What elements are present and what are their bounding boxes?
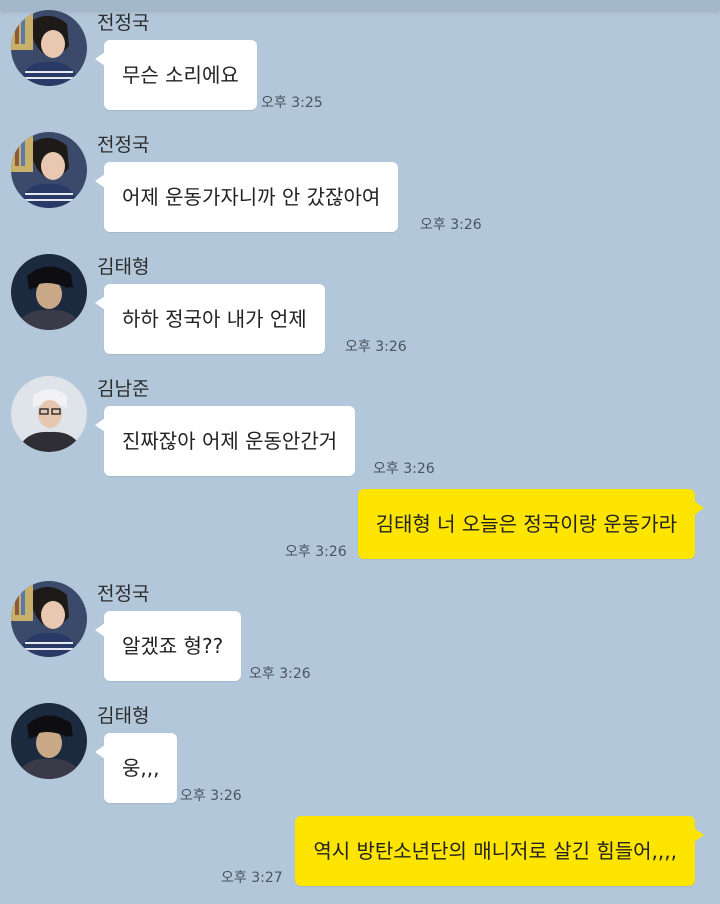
sender-name: 전정국 bbox=[97, 583, 150, 605]
message-bubble[interactable]: 알겠죠 형?? bbox=[94, 611, 242, 681]
message-bubble[interactable]: 웅,,, bbox=[94, 733, 178, 803]
message-timestamp: 오후 3:26 bbox=[420, 217, 482, 233]
message-timestamp: 오후 3:25 bbox=[261, 95, 323, 111]
jungkook-avatar[interactable] bbox=[11, 581, 87, 657]
jungkook-avatar[interactable] bbox=[11, 10, 87, 86]
chat-area[interactable]: 전정국 무슨 소리에요 오후 3:25 전정국 어제 운동가자니까 안 갔잖아여… bbox=[0, 0, 720, 904]
taehyung-avatar[interactable] bbox=[11, 703, 87, 779]
sender-name: 김태형 bbox=[97, 256, 150, 278]
message-bubble[interactable]: 무슨 소리에요 bbox=[95, 40, 257, 110]
message-timestamp: 오후 3:26 bbox=[249, 666, 311, 682]
message-bubble[interactable]: 진짜잖아 어제 운동안간거 bbox=[94, 406, 356, 476]
message-bubble[interactable]: 하하 정국아 내가 언제 bbox=[95, 284, 325, 354]
message-timestamp: 오후 3:26 bbox=[373, 461, 435, 477]
message-bubble[interactable]: 역시 방탄소년단의 매니저로 살긴 힘들어,,,, bbox=[295, 816, 704, 886]
message-timestamp: 오후 3:26 bbox=[345, 339, 407, 355]
message-timestamp: 오후 3:26 bbox=[180, 788, 242, 804]
sender-name: 전정국 bbox=[97, 12, 150, 34]
jungkook-avatar[interactable] bbox=[11, 132, 87, 208]
message-bubble[interactable]: 김태형 너 오늘은 정국이랑 운동가라 bbox=[357, 489, 705, 559]
namjoon-avatar[interactable] bbox=[11, 376, 87, 452]
sender-name: 전정국 bbox=[97, 134, 150, 156]
message-bubble[interactable]: 어제 운동가자니까 안 갔잖아여 bbox=[94, 162, 399, 232]
taehyung-avatar[interactable] bbox=[11, 254, 87, 330]
sender-name: 김태형 bbox=[97, 705, 150, 727]
message-timestamp: 오후 3:27 bbox=[221, 870, 283, 886]
message-timestamp: 오후 3:26 bbox=[285, 544, 347, 560]
sender-name: 김남준 bbox=[97, 378, 150, 400]
